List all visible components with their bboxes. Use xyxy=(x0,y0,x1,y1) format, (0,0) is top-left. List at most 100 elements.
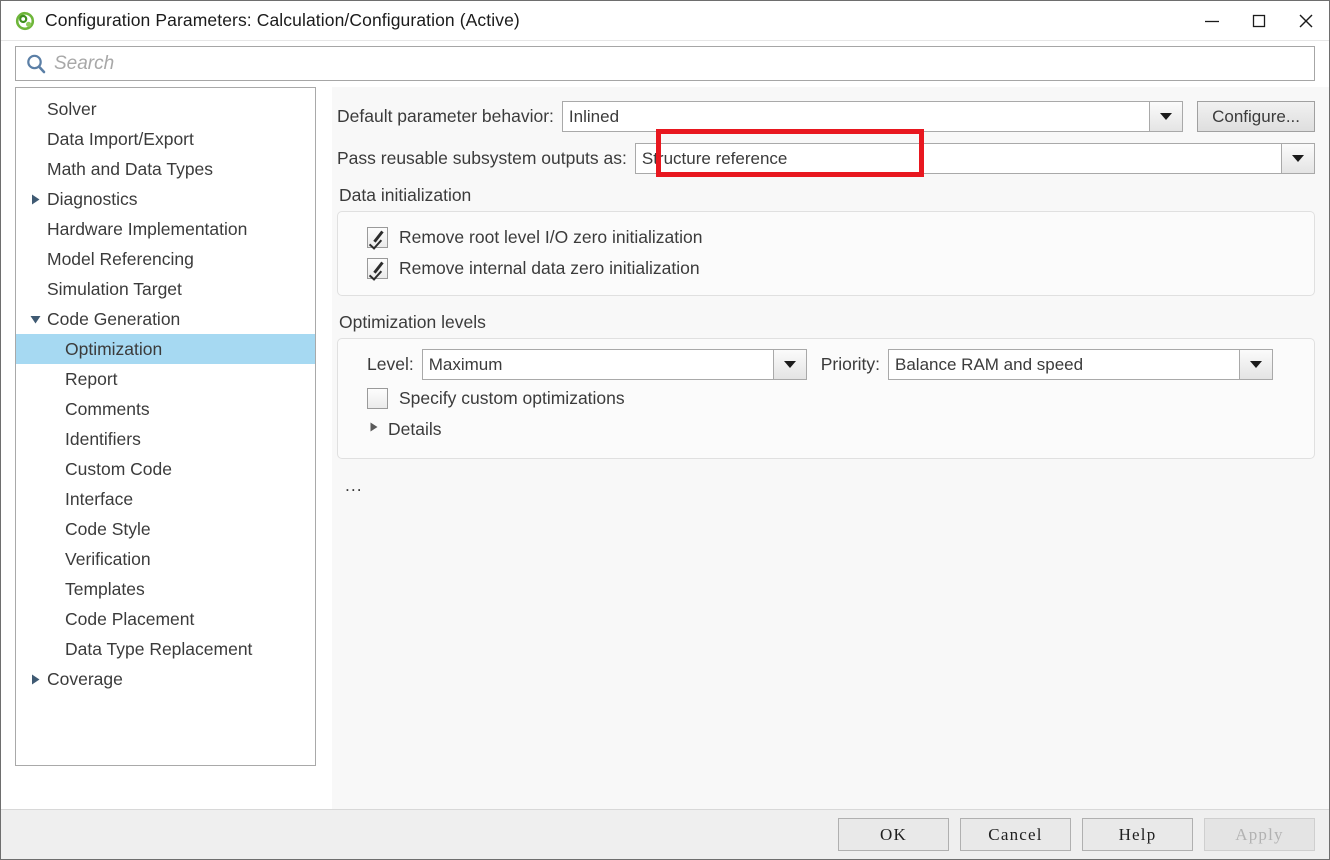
priority-value: Balance RAM and speed xyxy=(888,349,1239,380)
sidebar-item-solver[interactable]: Solver xyxy=(16,94,315,124)
tree-indent-spacer xyxy=(27,431,43,447)
tree-indent-spacer xyxy=(27,281,43,297)
level-label: Level: xyxy=(367,354,414,375)
configure-button[interactable]: Configure... xyxy=(1197,101,1315,132)
sidebar-item-label: Code Placement xyxy=(45,609,194,630)
apply-button: Apply xyxy=(1204,818,1315,851)
sidebar-item-templates[interactable]: Templates xyxy=(16,574,315,604)
sidebar-item-label: Code Style xyxy=(45,519,151,540)
optimization-pane: Default parameter behavior: Inlined Conf… xyxy=(332,87,1329,809)
default-parameter-behavior-value: Inlined xyxy=(562,101,1149,132)
simulink-gear-icon xyxy=(14,10,36,32)
maximize-icon[interactable] xyxy=(1235,1,1282,40)
triangle-down-icon[interactable] xyxy=(27,311,43,327)
tree-indent-spacer xyxy=(27,251,43,267)
sidebar-item-data-type-replacement[interactable]: Data Type Replacement xyxy=(16,634,315,664)
help-button[interactable]: Help xyxy=(1082,818,1193,851)
sidebar-item-simulation-target[interactable]: Simulation Target xyxy=(16,274,315,304)
title-bar: Configuration Parameters: Calculation/Co… xyxy=(1,1,1329,41)
sidebar-item-report[interactable]: Report xyxy=(16,364,315,394)
dialog-footer: OK Cancel Help Apply xyxy=(1,809,1329,859)
default-parameter-behavior-label: Default parameter behavior: xyxy=(337,106,554,127)
close-icon[interactable] xyxy=(1282,1,1329,40)
sidebar-item-model-referencing[interactable]: Model Referencing xyxy=(16,244,315,274)
sidebar-item-comments[interactable]: Comments xyxy=(16,394,315,424)
optimization-levels-group: Level: Maximum Priority: Balance RAM and… xyxy=(337,338,1315,459)
sidebar-item-label: Comments xyxy=(45,399,150,420)
sidebar-item-label: Hardware Implementation xyxy=(45,219,247,240)
specify-custom-optimizations-checkbox[interactable] xyxy=(367,388,388,409)
minimize-icon[interactable] xyxy=(1188,1,1235,40)
overflow-indicator: ... xyxy=(345,475,1315,496)
sidebar-item-label: Data Import/Export xyxy=(45,129,194,150)
remove-root-level-io-checkbox[interactable] xyxy=(367,227,388,248)
chevron-down-icon[interactable] xyxy=(1149,101,1183,132)
sidebar-item-label: Diagnostics xyxy=(45,189,137,210)
sidebar-item-label: Solver xyxy=(45,99,97,120)
pass-reusable-subsystem-outputs-value: Structure reference xyxy=(635,143,1281,174)
cancel-button[interactable]: Cancel xyxy=(960,818,1071,851)
tree-indent-spacer xyxy=(27,521,43,537)
sidebar-item-identifiers[interactable]: Identifiers xyxy=(16,424,315,454)
optimization-levels-group-label: Optimization levels xyxy=(339,312,1315,333)
sidebar-item-optimization[interactable]: Optimization xyxy=(16,334,315,364)
sidebar-item-label: Report xyxy=(45,369,118,390)
specify-custom-optimizations-label: Specify custom optimizations xyxy=(399,388,625,409)
sidebar-item-label: Identifiers xyxy=(45,429,141,450)
sidebar-item-verification[interactable]: Verification xyxy=(16,544,315,574)
sidebar-item-label: Interface xyxy=(45,489,133,510)
sidebar-item-code-style[interactable]: Code Style xyxy=(16,514,315,544)
search-icon xyxy=(25,53,47,75)
settings-tree[interactable]: Solver Data Import/Export Math and Data Ty… xyxy=(15,87,316,766)
sidebar-item-hardware-implementation[interactable]: Hardware Implementation xyxy=(16,214,315,244)
search-input[interactable] xyxy=(54,49,1314,79)
sidebar-item-code-placement[interactable]: Code Placement xyxy=(16,604,315,634)
sidebar-item-diagnostics[interactable]: Diagnostics xyxy=(16,184,315,214)
ok-button[interactable]: OK xyxy=(838,818,949,851)
pass-reusable-subsystem-outputs-row: Pass reusable subsystem outputs as: Stru… xyxy=(337,143,1315,174)
chevron-down-icon[interactable] xyxy=(1281,143,1315,174)
triangle-right-icon xyxy=(369,420,379,438)
chevron-down-icon[interactable] xyxy=(1239,349,1273,380)
triangle-right-icon[interactable] xyxy=(27,671,43,687)
default-parameter-behavior-dropdown[interactable]: Inlined xyxy=(562,101,1183,132)
sidebar-item-label: Optimization xyxy=(45,339,162,360)
sidebar-item-label: Coverage xyxy=(45,669,123,690)
tree-indent-spacer xyxy=(27,581,43,597)
details-label: Details xyxy=(388,419,442,440)
sidebar-item-data-import-export[interactable]: Data Import/Export xyxy=(16,124,315,154)
tree-indent-spacer xyxy=(27,131,43,147)
sidebar-item-coverage[interactable]: Coverage xyxy=(16,664,315,694)
pass-reusable-subsystem-outputs-dropdown[interactable]: Structure reference xyxy=(635,143,1315,174)
search-bar-container xyxy=(1,41,1329,87)
tree-indent-spacer xyxy=(27,371,43,387)
tree-indent-spacer xyxy=(27,611,43,627)
tree-indent-spacer xyxy=(27,221,43,237)
triangle-right-icon[interactable] xyxy=(27,191,43,207)
tree-indent-spacer xyxy=(27,461,43,477)
sidebar-item-label: Data Type Replacement xyxy=(45,639,252,660)
priority-dropdown[interactable]: Balance RAM and speed xyxy=(888,349,1273,380)
remove-internal-data-checkbox[interactable] xyxy=(367,258,388,279)
chevron-down-icon[interactable] xyxy=(773,349,807,380)
checkbox-row-remove-root-level-io[interactable]: Remove root level I/O zero initializatio… xyxy=(350,222,1302,253)
sidebar-item-label: Math and Data Types xyxy=(45,159,213,180)
level-dropdown[interactable]: Maximum xyxy=(422,349,807,380)
sidebar-item-code-generation[interactable]: Code Generation xyxy=(16,304,315,334)
data-initialization-group-label: Data initialization xyxy=(339,185,1315,206)
search-box[interactable] xyxy=(15,46,1315,81)
sidebar-item-label: Verification xyxy=(45,549,151,570)
tree-indent-spacer xyxy=(27,641,43,657)
remove-internal-data-label: Remove internal data zero initialization xyxy=(399,258,700,279)
sidebar-item-label: Templates xyxy=(45,579,145,600)
checkbox-row-remove-internal-data[interactable]: Remove internal data zero initialization xyxy=(350,253,1302,284)
sidebar-item-math-and-data-types[interactable]: Math and Data Types xyxy=(16,154,315,184)
details-disclosure[interactable]: Details xyxy=(350,414,1302,444)
sidebar-item-label: Custom Code xyxy=(45,459,172,480)
priority-label: Priority: xyxy=(821,354,880,375)
sidebar-item-interface[interactable]: Interface xyxy=(16,484,315,514)
tree-indent-spacer xyxy=(27,341,43,357)
checkbox-row-specify-custom-optimizations[interactable]: Specify custom optimizations xyxy=(350,383,1302,414)
default-parameter-behavior-row: Default parameter behavior: Inlined Conf… xyxy=(337,101,1315,132)
sidebar-item-custom-code[interactable]: Custom Code xyxy=(16,454,315,484)
